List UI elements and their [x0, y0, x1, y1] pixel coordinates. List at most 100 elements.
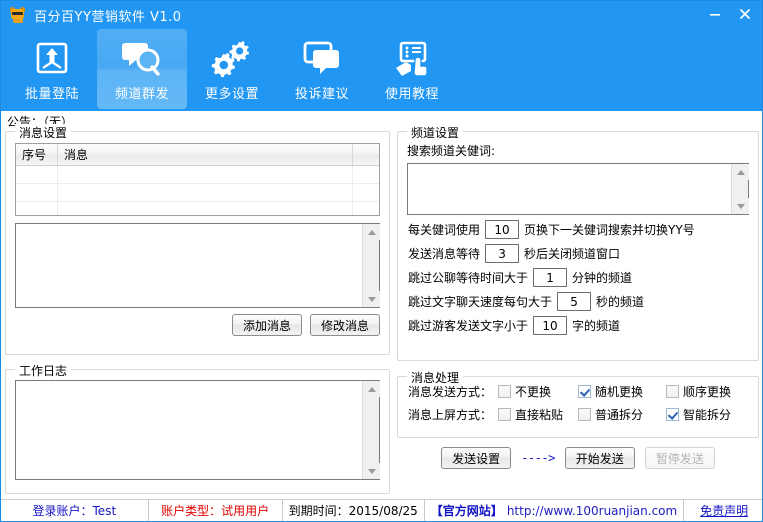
checkbox-box[interactable]	[666, 408, 679, 421]
checkbox-box[interactable]	[578, 408, 591, 421]
row-prefix: 发送消息等待	[408, 247, 481, 261]
table-row[interactable]	[16, 166, 379, 184]
scroll-down-icon[interactable]	[732, 198, 749, 214]
table-cell-message	[58, 166, 353, 183]
keyword-text[interactable]	[408, 164, 731, 214]
message-editor-text[interactable]	[16, 224, 362, 307]
work-log-scrollbar[interactable]	[362, 381, 380, 479]
action-buttons-row: 发送设置 ----> 开始发送 暂停发送	[397, 447, 759, 469]
checkbox-no-change[interactable]: 不更换	[498, 383, 578, 400]
table-cell-index	[16, 202, 58, 215]
gears-icon	[208, 37, 256, 79]
toolbar-item-batch-login[interactable]: 批量登陆	[7, 29, 97, 109]
status-official-site[interactable]: 【官方网站】 http://www.100ruanjian.com	[425, 500, 685, 521]
table-cell-message	[58, 202, 353, 215]
column-header-message[interactable]: 消息	[58, 144, 353, 165]
toolbar-item-feedback[interactable]: 投诉建议	[277, 29, 367, 109]
keyword-textarea[interactable]	[407, 163, 749, 215]
official-site-label: 【官方网站】	[430, 504, 503, 518]
checkbox-sequential-change[interactable]: 顺序更换	[666, 383, 731, 400]
work-log-group: 工作日志	[5, 362, 390, 494]
checkbox-label: 随机更换	[595, 385, 644, 399]
cat-face-icon	[9, 6, 27, 24]
keyword-label: 搜索频道关健词:	[407, 144, 496, 158]
message-editor-scrollbar[interactable]	[362, 224, 380, 307]
edit-message-button[interactable]: 修改消息	[309, 314, 380, 336]
toolbar-label: 投诉建议	[294, 87, 349, 102]
row-prefix: 跳过文字聊天速度每句大于	[408, 295, 553, 309]
scroll-down-icon[interactable]	[363, 291, 380, 307]
toolbar-item-more-settings[interactable]: 更多设置	[187, 29, 277, 109]
checkbox-box[interactable]	[578, 385, 591, 398]
channel-settings-title: 频道设置	[407, 124, 464, 141]
message-buttons-row: 添加消息 修改消息	[15, 314, 380, 336]
toolbar-label: 批量登陆	[24, 87, 79, 102]
skip-public-chat-input[interactable]: 1	[533, 268, 568, 287]
column-header-index[interactable]: 序号	[16, 144, 58, 165]
skip-guest-text-input[interactable]: 10	[533, 316, 568, 335]
start-send-button[interactable]: 开始发送	[564, 447, 635, 469]
setting-row-skip-public-chat: 跳过公聊等待时间大于 1 分钟的频道	[398, 268, 758, 287]
toolbar-item-channel-broadcast[interactable]: 频道群发	[97, 29, 187, 109]
close-icon[interactable]	[738, 7, 754, 23]
column-header-extra[interactable]	[353, 144, 379, 165]
toolbar-item-tutorial[interactable]: 使用教程	[367, 29, 457, 109]
message-processing-group: 消息处理 消息发送方式： 不更换 随机更换 顺序更换 消息上屏方式： 直接粘贴 …	[397, 369, 759, 438]
table-cell-index	[16, 166, 58, 183]
checkbox-label: 直接粘贴	[515, 408, 564, 422]
upload-box-icon	[28, 37, 76, 79]
checkbox-label: 智能拆分	[683, 408, 732, 422]
toolbar-label: 频道群发	[114, 87, 169, 102]
checkbox-smart-split[interactable]: 智能拆分	[666, 406, 731, 423]
main-toolbar: 批量登陆 频道群发 更多设置 投诉建议 使用教程	[1, 29, 762, 111]
checkbox-label: 普通拆分	[595, 408, 644, 422]
table-row[interactable]	[16, 202, 379, 215]
scroll-up-icon[interactable]	[732, 164, 749, 180]
message-settings-title: 消息设置	[15, 124, 72, 141]
status-disclaimer-link[interactable]: 免责声明	[684, 500, 762, 521]
table-cell-index	[16, 184, 58, 201]
scroll-down-icon[interactable]	[363, 463, 380, 479]
add-message-button[interactable]: 添加消息	[231, 314, 302, 336]
checkbox-box[interactable]	[666, 385, 679, 398]
table-row[interactable]	[16, 184, 379, 202]
status-account: 登录账户：Test	[1, 500, 149, 521]
skip-chat-speed-input[interactable]: 5	[557, 292, 592, 311]
table-cell-extra	[353, 166, 379, 183]
row-suffix: 分钟的频道	[572, 271, 633, 285]
application-window: 百分百YY营销软件 V1.0 批量登陆 频道群发 更多设置 投诉建议 使用教程 …	[0, 0, 763, 522]
row-suffix: 秒的频道	[596, 295, 645, 309]
message-table[interactable]: 序号 消息	[15, 143, 380, 216]
checkbox-box[interactable]	[498, 385, 511, 398]
scroll-up-icon[interactable]	[363, 224, 380, 240]
setting-row-skip-guest-text: 跳过游客发送文字小于 10 字的频道	[398, 316, 758, 335]
work-log-text[interactable]	[16, 381, 362, 479]
checkbox-normal-split[interactable]: 普通拆分	[578, 406, 666, 423]
title-bar: 百分百YY营销软件 V1.0	[1, 1, 762, 29]
channel-settings-group: 频道设置 搜索频道关健词: 每关健词使用 10 页换下一关健词搜索并切换YY号	[397, 124, 759, 361]
main-content: 消息设置 序号 消息 添加消息 修改消息 工作日志 频道设置 搜索频道关健词: …	[1, 124, 762, 503]
row-suffix: 页换下一关健词搜索并切换YY号	[524, 223, 695, 237]
table-cell-extra	[353, 202, 379, 215]
send-wait-input[interactable]: 3	[485, 244, 520, 263]
row-prefix: 每关健词使用	[408, 223, 481, 237]
table-cell-extra	[353, 184, 379, 201]
display-mode-row: 消息上屏方式： 直接粘贴 普通拆分 智能拆分	[398, 406, 758, 423]
work-log-textarea[interactable]	[15, 380, 380, 480]
arrow-indicator: ---->	[521, 451, 555, 465]
official-site-url[interactable]: http://www.100ruanjian.com	[507, 504, 677, 518]
toolbar-label: 使用教程	[384, 87, 439, 102]
checkbox-box[interactable]	[498, 408, 511, 421]
minimize-icon[interactable]	[708, 7, 724, 23]
window-controls	[708, 1, 754, 29]
setting-row-send-wait: 发送消息等待 3 秒后关闭频道窗口	[398, 244, 758, 263]
left-column: 消息设置 序号 消息 添加消息 修改消息 工作日志	[5, 124, 390, 494]
checkbox-random-change[interactable]: 随机更换	[578, 383, 666, 400]
checkbox-direct-paste[interactable]: 直接粘贴	[498, 406, 578, 423]
keyword-pages-input[interactable]: 10	[485, 220, 520, 239]
send-settings-button[interactable]: 发送设置	[441, 447, 512, 469]
message-editor[interactable]	[15, 223, 380, 308]
keyword-scrollbar[interactable]	[731, 164, 749, 214]
setting-row-keyword-pages: 每关健词使用 10 页换下一关健词搜索并切换YY号	[398, 220, 758, 239]
scroll-up-icon[interactable]	[363, 381, 380, 397]
